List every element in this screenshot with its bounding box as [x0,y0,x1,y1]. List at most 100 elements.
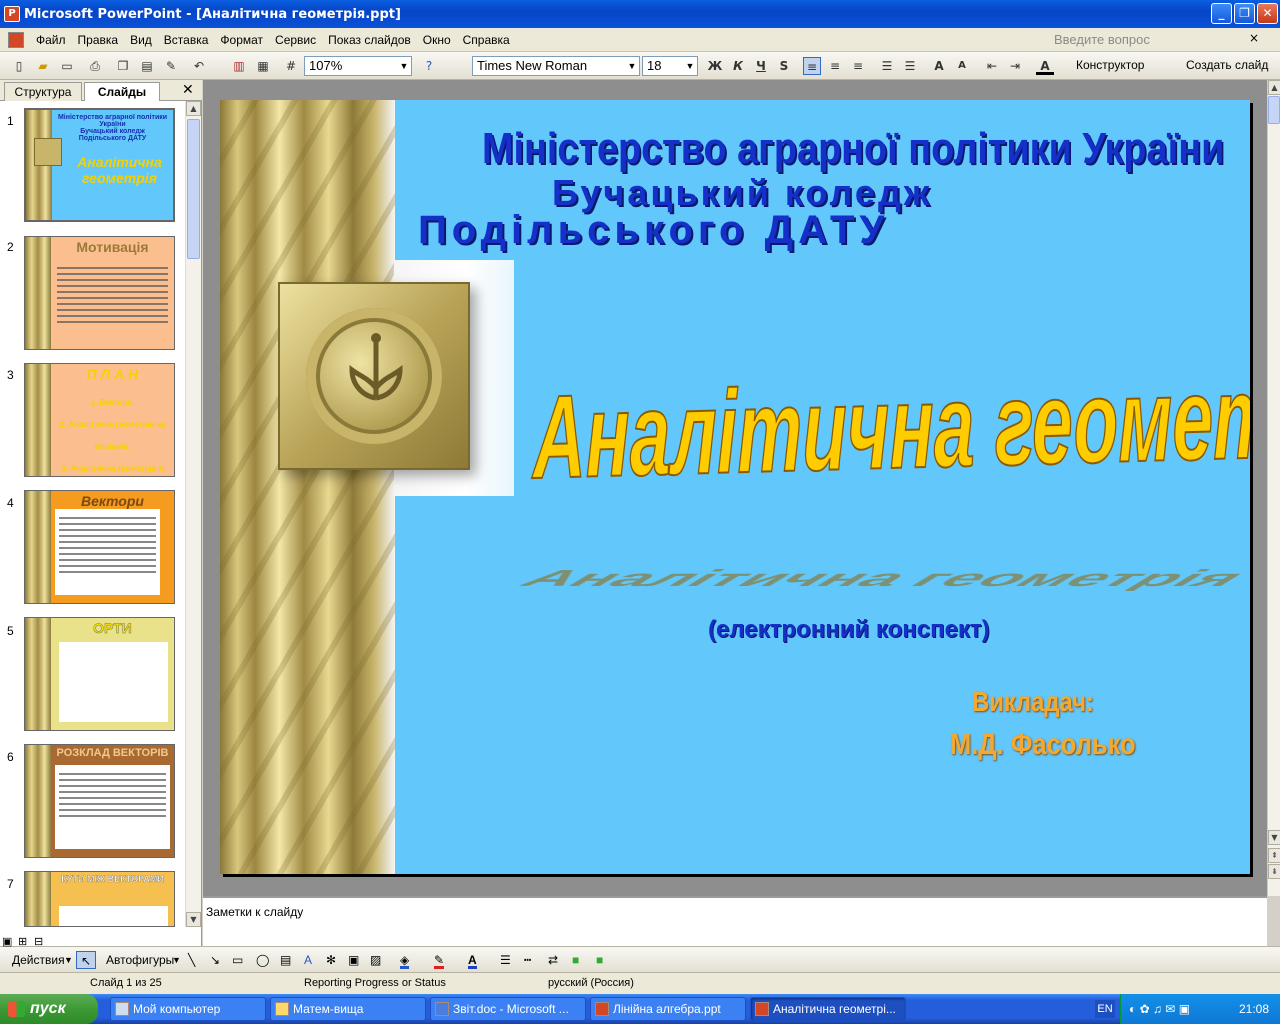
help-icon[interactable]: ? [420,57,438,75]
text-color-icon[interactable]: A [468,951,477,969]
align-left-icon[interactable]: ≡ [803,57,821,75]
task-my-computer[interactable]: Мой компьютер [110,997,266,1021]
select-arrow-icon[interactable]: ↖ [76,951,96,969]
thumbnail-slide-1[interactable]: Міністерство аграрної політики України Бу… [24,108,175,222]
fill-color-icon[interactable]: ◈ [400,951,410,969]
dash-style-icon[interactable]: ┅ [524,951,531,969]
close-button[interactable]: ✕ [1257,3,1278,24]
zoom-select[interactable]: 107% ▼ [304,56,412,76]
powerpoint-icon[interactable]: P [4,6,20,22]
menu-format[interactable]: Формат [214,33,269,47]
align-center-icon[interactable]: ≡ [826,57,844,75]
bullets-icon[interactable]: ☰ [901,57,919,75]
align-right-icon[interactable]: ≡ [849,57,867,75]
menu-file[interactable]: Файл [30,33,72,47]
menu-slideshow[interactable]: Показ слайдов [322,33,417,47]
new-icon[interactable]: ▯ [10,57,28,75]
open-icon[interactable]: ▰ [34,57,52,75]
close-doc-icon[interactable]: × [1249,31,1259,45]
chart-icon[interactable]: ▥ [230,57,248,75]
scroll-down-icon[interactable]: ▼ [1268,830,1280,845]
tray-icons[interactable]: ◐ ✿ ♫ ✉ ▣ [1129,994,1190,1024]
line-style-icon[interactable]: ☰ [500,951,511,969]
copy-icon[interactable]: ❐ [114,57,132,75]
thumbnail-slide-2[interactable]: Мотивація [24,236,175,350]
thumbnail-slide-4[interactable]: Вектори [24,490,175,604]
slideshow-view-icon[interactable]: ⊟ [34,933,43,951]
task-ppt-analytic[interactable]: Аналітична геометрі... [750,997,906,1021]
increase-indent-icon[interactable]: ⇥ [1006,57,1024,75]
notes-pane[interactable]: Заметки к слайду [203,896,1267,946]
permission-icon[interactable]: ▭ [58,57,76,75]
thumbnail-slide-3[interactable]: П Л А Н 1. Вектори. 2. Аналітична геомет… [24,363,175,477]
thumbnail-slide-7[interactable]: КУТИ МІЖ ВЕКТОРАМИ [24,871,175,927]
menu-window[interactable]: Окно [417,33,457,47]
slide-scrollbar[interactable]: ▲ ▼ ⇞ ⇟ [1267,80,1280,896]
task-ppt-linear[interactable]: Лінійна алгебра.ppt [590,997,746,1021]
actions-menu[interactable]: Действия [12,951,65,969]
actions-dropdown-icon[interactable]: ▼ [64,951,73,969]
ask-question-input[interactable]: Введите вопрос [1050,30,1230,49]
menu-insert[interactable]: Вставка [158,33,215,47]
minimize-button[interactable]: _ [1211,3,1232,24]
next-slide-icon[interactable]: ⇟ [1268,864,1280,879]
paste-icon[interactable]: ▤ [138,57,156,75]
font-select[interactable]: Times New Roman ▼ [472,56,640,76]
font-size-select[interactable]: 18 ▼ [642,56,698,76]
start-button[interactable]: пуск [0,994,98,1024]
font-color-icon[interactable]: A [1036,57,1054,75]
print-icon[interactable]: ⎙ [86,57,104,75]
language-indicator[interactable]: EN [1095,1000,1115,1018]
increase-font-icon[interactable]: A [930,57,948,75]
undo-icon[interactable]: ↶ [190,57,208,75]
scroll-thumb[interactable] [1268,96,1280,124]
menu-help[interactable]: Справка [457,33,516,47]
scroll-up-icon[interactable]: ▲ [1268,80,1280,95]
shadow-style-icon[interactable]: ■ [572,951,579,969]
numbering-icon[interactable]: ☰ [878,57,896,75]
clipart-icon[interactable]: ▣ [348,951,359,969]
new-slide-button[interactable]: Создать слайд [1186,58,1268,72]
thumbnail-slide-6[interactable]: РОЗКЛАД ВЕКТОРІВ [24,744,175,858]
scroll-down-icon[interactable]: ▼ [186,912,201,927]
tab-slides[interactable]: Слайды [84,82,160,101]
designer-button[interactable]: Конструктор [1076,58,1144,72]
sorter-view-icon[interactable]: ⊞ [18,933,27,951]
menu-view[interactable]: Вид [124,33,158,47]
thumbnail-slide-5[interactable]: ОРТИ [24,617,175,731]
document-icon[interactable] [8,31,24,48]
line-icon[interactable]: ╲ [188,951,195,969]
close-panel-icon[interactable]: ✕ [182,82,194,98]
diagram-icon[interactable]: ✻ [326,951,336,969]
bold-button[interactable]: Ж [706,57,724,75]
format-painter-icon[interactable]: ✎ [162,57,180,75]
menu-edit[interactable]: Правка [72,33,125,47]
3d-style-icon[interactable]: ■ [596,951,603,969]
previous-slide-icon[interactable]: ⇞ [1268,848,1280,863]
tab-outline[interactable]: Структура [4,82,82,101]
menu-tools[interactable]: Сервис [269,33,322,47]
decrease-indent-icon[interactable]: ⇤ [983,57,1001,75]
wordart-icon[interactable]: A [304,951,312,969]
oval-icon[interactable]: ◯ [256,951,269,969]
autoshapes-dropdown-icon[interactable]: ▼ [172,951,181,969]
task-folder[interactable]: Матем-вища [270,997,426,1021]
grid-icon[interactable]: # [282,57,300,75]
autoshapes-menu[interactable]: Автофигуры [106,951,174,969]
textbox-icon[interactable]: ▤ [280,951,291,969]
shadow-button[interactable]: S [775,57,793,75]
picture-icon[interactable]: ▨ [370,951,381,969]
rectangle-icon[interactable]: ▭ [232,951,243,969]
line-color-icon[interactable]: ✎ [434,951,445,969]
task-word-doc[interactable]: Звіт.doc - Microsoft ... [430,997,586,1021]
maximize-button[interactable]: ❐ [1234,3,1255,24]
scroll-up-icon[interactable]: ▲ [186,101,201,116]
decrease-font-icon[interactable]: A [953,57,971,75]
scroll-thumb[interactable] [187,119,200,259]
underline-button[interactable]: Ч [752,57,770,75]
arrow-icon[interactable]: ↘ [210,951,220,969]
normal-view-icon[interactable]: ▣ [2,933,12,951]
slide-canvas[interactable]: Міністерство аграрної політики України Б… [220,100,1250,874]
thumbnail-scrollbar[interactable]: ▲ ▼ [185,101,201,927]
italic-button[interactable]: К [729,57,747,75]
